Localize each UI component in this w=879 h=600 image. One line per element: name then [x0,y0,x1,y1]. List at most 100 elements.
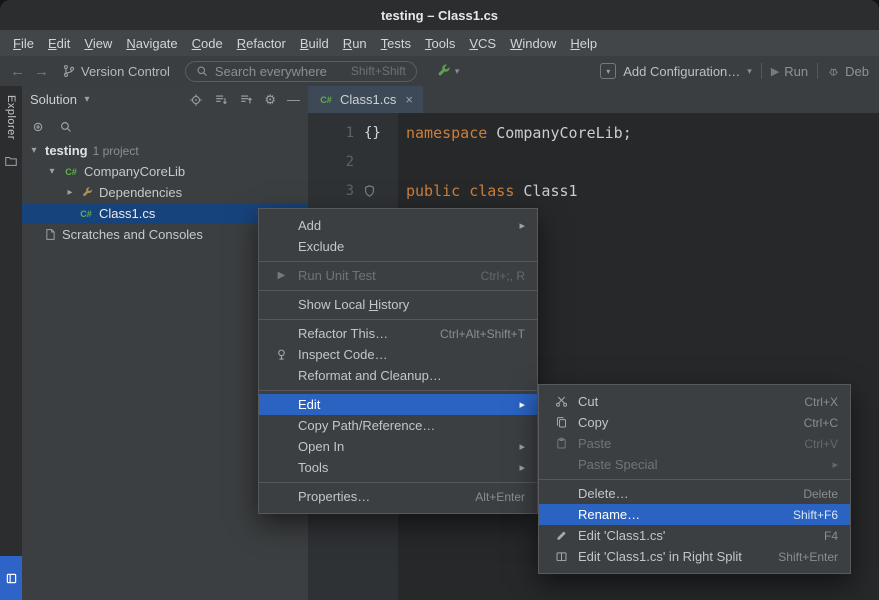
menubar-tests[interactable]: Tests [374,33,418,54]
version-control-widget[interactable]: Version Control [62,64,170,79]
cut-icon [552,394,571,409]
tree-item-solution[interactable]: ▾ testing 1 project [22,140,308,161]
submenu-arrow-icon: ▸ [499,398,525,411]
menubar-edit[interactable]: Edit [41,33,77,54]
tool-window-icon [6,573,17,584]
hide-panel-icon[interactable]: — [287,93,300,106]
paste-icon [552,436,571,451]
csharp-project-icon: C# [63,167,79,177]
menu-item-reformat-cleanup[interactable]: Reformat and Cleanup… [259,365,537,386]
run-button[interactable]: ▶ Run [771,64,808,79]
menu-item-exclude[interactable]: Exclude [259,236,537,257]
explorer-tab-label: Explorer [5,95,17,140]
submenu-item-cut[interactable]: Cut Ctrl+X [539,391,850,412]
scratches-icon [44,228,57,241]
menu-item-refactor-this[interactable]: Refactor This… Ctrl+Alt+Shift+T [259,323,537,344]
menubar-tools[interactable]: Tools [418,33,462,54]
solution-detail: 1 project [93,144,139,158]
locate-file-icon[interactable] [189,93,203,107]
submenu-item-edit-right-split[interactable]: Edit 'Class1.cs' in Right Split Shift+En… [539,546,850,567]
expand-all-icon[interactable] [214,93,228,107]
gutter-shield-icon[interactable] [364,185,375,197]
solution-selector[interactable]: Solution [30,92,77,107]
active-tool-indicator[interactable] [0,556,22,600]
menu-item-show-local-history[interactable]: Show Local History [259,294,537,315]
run-configuration-select[interactable]: ▾ Add Configuration… ▾ [600,63,752,79]
solution-name: testing [45,143,88,158]
menubar-run[interactable]: Run [336,33,374,54]
menu-separator [259,319,537,320]
submenu-arrow-icon: ▸ [499,461,525,474]
tree-item-dependencies[interactable]: ▸ Dependencies [22,182,308,203]
submenu-item-rename[interactable]: Rename… Shift+F6 [539,504,850,525]
debug-icon [827,65,840,78]
menubar-code[interactable]: Code [185,33,230,54]
menu-separator [259,290,537,291]
csharp-file-icon: C# [318,95,334,105]
submenu-arrow-icon: ▸ [812,458,838,471]
build-tools-button[interactable]: ▾ [436,63,460,79]
inspect-code-icon [272,347,291,362]
search-tree-icon[interactable] [59,120,73,134]
tree-item-project[interactable]: ▾ C# CompanyCoreLib [22,161,308,182]
menu-item-run-unit-test[interactable]: ▶ Run Unit Test Ctrl+;, R [259,265,537,286]
gear-icon[interactable]: ⚙ [264,93,276,106]
titlebar[interactable]: testing – Class1.cs [0,0,879,30]
copy-icon [552,415,571,430]
menu-separator [259,261,537,262]
tool-strip-folder-button[interactable] [0,154,22,168]
scroll-from-source-icon[interactable] [31,120,45,134]
right-split-icon [552,549,571,564]
menubar-build[interactable]: Build [293,33,336,54]
code-token: Class1 [523,182,577,200]
editor-tab-bar: C# Class1.cs × [308,86,879,113]
chevron-expanded-icon[interactable]: ▾ [46,166,58,177]
ide-window: testing – Class1.cs File Edit View Navig… [0,0,879,600]
submenu-arrow-icon: ▸ [499,219,525,232]
run-button-label: Run [784,64,808,79]
menubar-file[interactable]: File [6,33,41,54]
menu-item-add[interactable]: Add ▸ [259,215,537,236]
submenu-item-paste[interactable]: Paste Ctrl+V [539,433,850,454]
menu-separator [259,390,537,391]
menu-item-open-in[interactable]: Open In ▸ [259,436,537,457]
search-shortcut-hint: Shift+Shift [351,64,406,78]
run-configuration-label: Add Configuration… [623,64,740,79]
menubar-view[interactable]: View [77,33,119,54]
window-title: testing – Class1.cs [381,8,498,23]
edit-submenu: Cut Ctrl+X Copy Ctrl+C Paste Ctrl+V Past… [538,384,851,574]
toolbar-divider [817,63,818,79]
menubar-refactor[interactable]: Refactor [230,33,293,54]
chevron-down-icon[interactable]: ▾ [81,94,93,105]
search-placeholder: Search everywhere [215,64,327,79]
back-button[interactable]: ← [10,64,25,79]
debug-button[interactable]: Deb [827,64,869,79]
chevron-collapsed-icon[interactable]: ▸ [64,187,76,198]
menubar-window[interactable]: Window [503,33,563,54]
menu-item-copy-path[interactable]: Copy Path/Reference… [259,415,537,436]
code-lines: 1 {} namespaceCompanyCoreLib; 2 3 [308,113,879,205]
submenu-item-paste-special[interactable]: Paste Special ▸ [539,454,850,475]
search-everywhere[interactable]: Search everywhere Shift+Shift [185,61,417,82]
menu-item-properties[interactable]: Properties… Alt+Enter [259,486,537,507]
menu-item-edit[interactable]: Edit ▸ [259,394,537,415]
forward-button[interactable]: → [34,64,49,79]
line-number: 1 [308,125,354,141]
tool-strip-explorer-tab[interactable]: Explorer [0,86,22,144]
submenu-item-copy[interactable]: Copy Ctrl+C [539,412,850,433]
braces-inlay[interactable]: {} [364,125,381,141]
menu-item-inspect-code[interactable]: Inspect Code… [259,344,537,365]
chevron-expanded-icon[interactable]: ▾ [28,145,40,156]
editor-tab-class1[interactable]: C# Class1.cs × [308,86,423,113]
menubar-vcs[interactable]: VCS [462,33,503,54]
branch-icon [62,64,76,78]
collapse-all-icon[interactable] [239,93,253,107]
submenu-item-delete[interactable]: Delete… Delete [539,483,850,504]
search-icon [196,65,209,78]
close-tab-icon[interactable]: × [405,92,413,107]
chevron-down-icon: ▾ [455,66,460,77]
menubar-help[interactable]: Help [563,33,604,54]
menubar-navigate[interactable]: Navigate [119,33,184,54]
submenu-item-edit-file[interactable]: Edit 'Class1.cs' F4 [539,525,850,546]
menu-item-tools[interactable]: Tools ▸ [259,457,537,478]
